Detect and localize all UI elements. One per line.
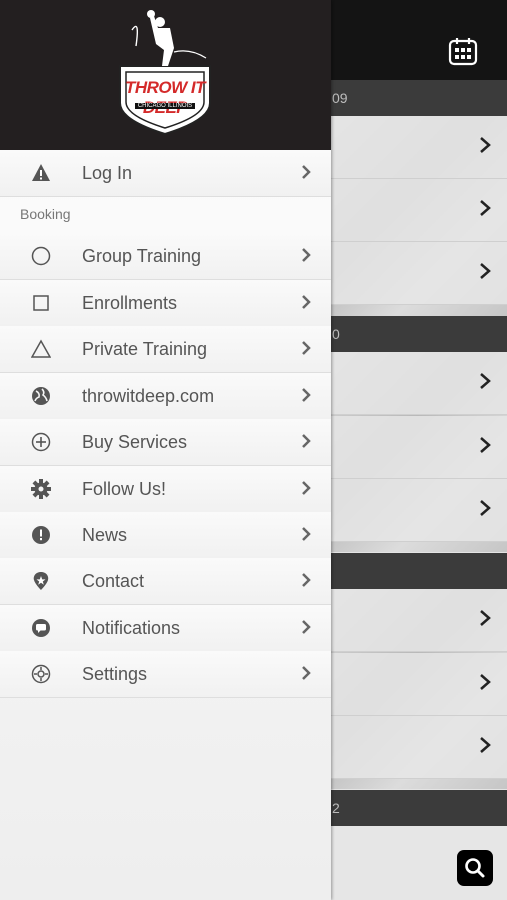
cog-icon: [31, 664, 51, 684]
list-item[interactable]: [331, 352, 507, 415]
menu-item-buy-services[interactable]: Buy Services: [0, 419, 331, 466]
logo: THROW IT DEEP CHICAGO ILLINOIS: [110, 8, 220, 138]
menu-item-enrollments[interactable]: Enrollments: [0, 280, 331, 327]
chevron-right-icon: [302, 341, 311, 355]
plus-circle-icon: [31, 432, 51, 452]
chevron-right-icon: [302, 527, 311, 541]
menu-item-settings[interactable]: Settings: [0, 651, 331, 698]
menu-item-label: Private Training: [82, 339, 208, 359]
chevron-right-icon: [480, 737, 491, 753]
globe-icon: [32, 387, 50, 405]
chevron-right-icon: [480, 263, 491, 279]
chevron-right-icon: [480, 500, 491, 516]
menu-item-label: Settings: [82, 664, 148, 684]
chevron-right-icon: [302, 295, 311, 309]
square-icon: [33, 295, 49, 311]
circle-icon: [31, 246, 51, 266]
calendar-icon[interactable]: [448, 36, 478, 66]
list-item[interactable]: [331, 716, 507, 779]
chevron-right-icon: [302, 666, 311, 680]
chevron-right-icon: [302, 388, 311, 402]
list-item[interactable]: [331, 416, 507, 479]
chat-icon: [32, 619, 50, 637]
menu-item-label: Notifications: [82, 618, 181, 638]
drawer-header: THROW IT DEEP CHICAGO ILLINOIS: [0, 0, 331, 150]
list-item[interactable]: [331, 242, 507, 305]
menu-item-contact[interactable]: Contact: [0, 558, 331, 605]
menu-item-group-training[interactable]: Group Training: [0, 233, 331, 280]
chevron-right-icon: [480, 137, 491, 153]
menu-item-website[interactable]: throwitdeep.com: [0, 373, 331, 420]
chevron-right-icon: [480, 674, 491, 690]
chevron-right-icon: [480, 200, 491, 216]
warning-icon: [32, 164, 50, 181]
section-label-booking: Booking: [20, 206, 71, 222]
menu-item-label: Contact: [82, 571, 145, 591]
section-date: 09: [332, 90, 348, 106]
chevron-right-icon: [302, 165, 311, 179]
menu-item-label: Group Training: [82, 246, 202, 266]
search-icon: [465, 858, 485, 878]
chevron-right-icon: [302, 620, 311, 634]
menu-item-label: Follow Us!: [82, 479, 167, 499]
triangle-icon: [31, 339, 51, 358]
side-drawer: THROW IT DEEP CHICAGO ILLINOIS Log In Bo…: [0, 0, 331, 900]
menu-item-label: Log In: [82, 163, 133, 183]
menu-item-news[interactable]: News: [0, 512, 331, 559]
gear-icon: [31, 479, 51, 499]
location-pin-icon: [33, 572, 49, 590]
logo-location: CHICAGO ILLINOIS: [135, 103, 195, 109]
exclamation-icon: [32, 526, 50, 544]
menu-item-label: throwitdeep.com: [82, 386, 215, 406]
chevron-right-icon: [302, 573, 311, 587]
section-date: 0: [332, 326, 340, 342]
chevron-right-icon: [480, 373, 491, 389]
menu-item-login[interactable]: Log In: [0, 150, 331, 197]
list-item[interactable]: [331, 479, 507, 542]
list-item[interactable]: [331, 116, 507, 179]
menu-item-notifications[interactable]: Notifications: [0, 605, 331, 652]
menu-item-label: News: [82, 525, 128, 545]
search-button[interactable]: [457, 850, 493, 886]
section-date: 2: [332, 800, 340, 816]
list-item[interactable]: [331, 179, 507, 242]
menu-item-follow-us[interactable]: Follow Us!: [0, 466, 331, 513]
logo-title: THROW IT DEEP: [124, 78, 206, 117]
chevron-right-icon: [302, 481, 311, 495]
menu-item-private-training[interactable]: Private Training: [0, 326, 331, 373]
list-item[interactable]: [331, 589, 507, 652]
logo-shield-icon: [119, 10, 211, 136]
chevron-right-icon: [480, 437, 491, 453]
menu-item-label: Enrollments: [82, 293, 178, 313]
chevron-right-icon: [302, 434, 311, 448]
menu-item-label: Buy Services: [82, 432, 188, 452]
chevron-right-icon: [480, 610, 491, 626]
chevron-right-icon: [302, 248, 311, 262]
list-item[interactable]: [331, 653, 507, 716]
